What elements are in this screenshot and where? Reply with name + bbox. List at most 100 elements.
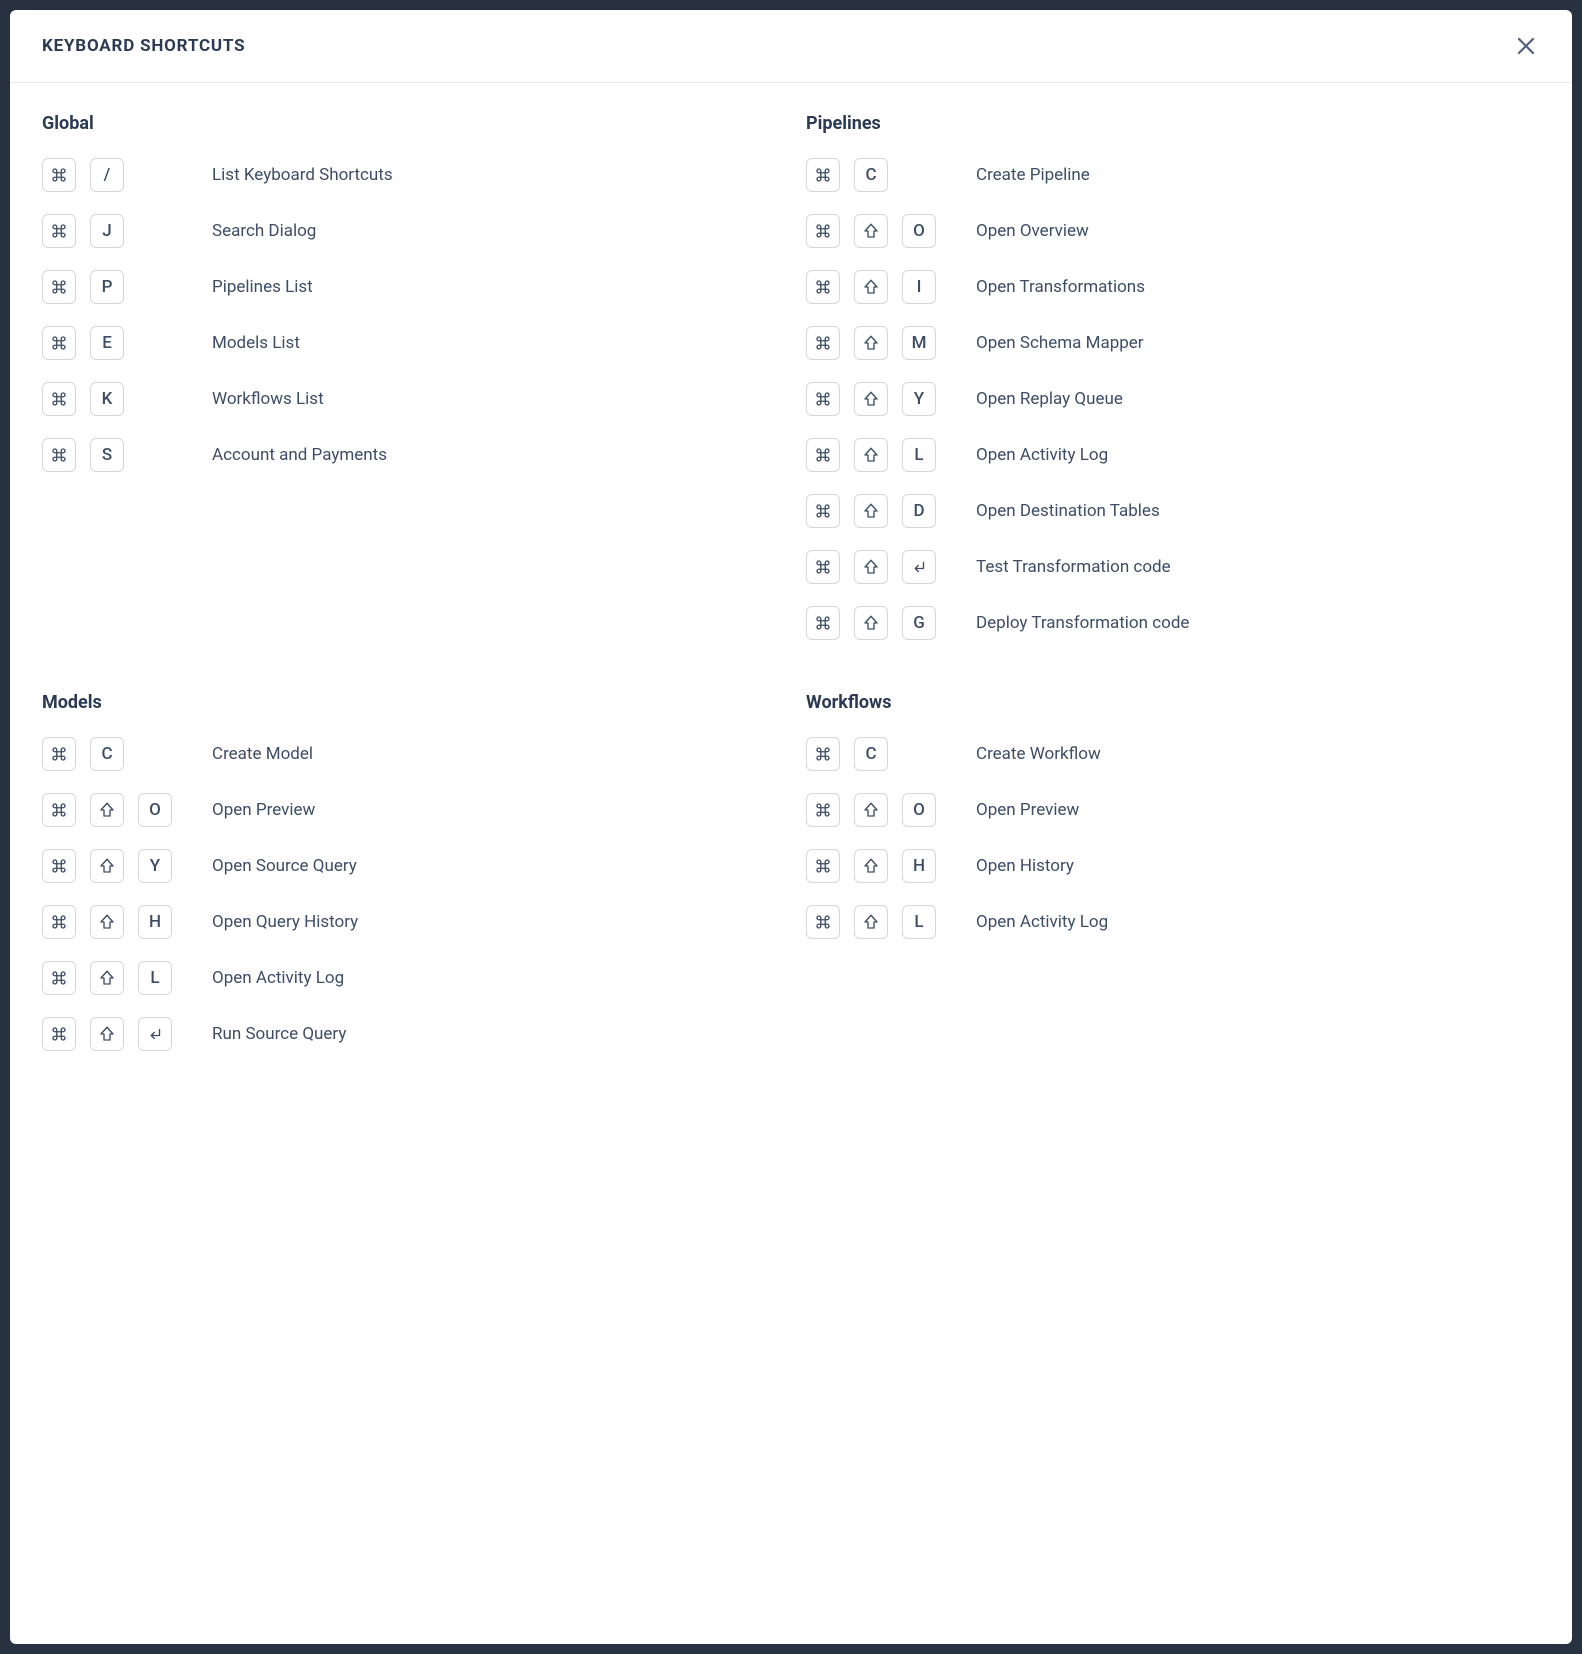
- shortcut-row: MOpen Schema Mapper: [806, 326, 1540, 360]
- shift-icon: [98, 801, 116, 819]
- shift-key-icon: [90, 849, 124, 883]
- shift-icon: [98, 857, 116, 875]
- key-O: O: [902, 793, 936, 827]
- key-combo: L: [806, 438, 976, 472]
- shortcut-row: CCreate Model: [42, 737, 776, 771]
- key-combo: I: [806, 270, 976, 304]
- key-combo: K: [42, 382, 212, 416]
- cmd-icon: [50, 166, 68, 184]
- shift-key-icon: [854, 438, 888, 472]
- shortcut-description: Open Preview: [976, 800, 1079, 820]
- shortcut-row: GDeploy Transformation code: [806, 606, 1540, 640]
- shortcut-list: CCreate Model OOpen Preview Y Open Source Q…: [42, 737, 776, 1051]
- cmd-key-icon: [42, 905, 76, 939]
- shortcut-description: Open Activity Log: [976, 445, 1108, 465]
- cmd-icon: [50, 1025, 68, 1043]
- cmd-icon: [814, 166, 832, 184]
- shift-key-icon: [90, 905, 124, 939]
- cmd-key-icon: [42, 961, 76, 995]
- cmd-key-icon: [42, 849, 76, 883]
- section-models: Models CCreate Model OOpen Preview Y Open S…: [42, 692, 776, 1073]
- key-combo: S: [42, 438, 212, 472]
- shortcut-description: Open Activity Log: [212, 968, 344, 988]
- close-button[interactable]: [1512, 32, 1540, 60]
- key-combo: P: [42, 270, 212, 304]
- section-title: Models: [42, 692, 776, 713]
- shift-key-icon: [854, 326, 888, 360]
- shortcut-description: Create Model: [212, 744, 313, 764]
- key-H: H: [138, 905, 172, 939]
- key-Y: Y: [138, 849, 172, 883]
- key-E: E: [90, 326, 124, 360]
- enter-icon: [146, 1025, 164, 1043]
- shift-icon: [862, 502, 880, 520]
- shortcut-description: Run Source Query: [212, 1024, 346, 1044]
- key-C: C: [854, 158, 888, 192]
- shortcut-description: Open Schema Mapper: [976, 333, 1144, 353]
- shortcut-row: OOpen Preview: [42, 793, 776, 827]
- shift-icon: [862, 446, 880, 464]
- shift-icon: [98, 1025, 116, 1043]
- shift-icon: [862, 801, 880, 819]
- shift-icon: [98, 913, 116, 931]
- cmd-key-icon: [42, 737, 76, 771]
- key-J: J: [90, 214, 124, 248]
- key-C: C: [854, 737, 888, 771]
- key-combo: E: [42, 326, 212, 360]
- shortcut-list: CCreate WorkflowOOpen PreviewHOpen Histo…: [806, 737, 1540, 939]
- cmd-key-icon: [42, 214, 76, 248]
- key-combo: C: [806, 737, 976, 771]
- shortcut-row: JSearch Dialog: [42, 214, 776, 248]
- cmd-key-icon: [806, 326, 840, 360]
- shift-key-icon: [854, 270, 888, 304]
- shortcut-row: LOpen Activity Log: [806, 438, 1540, 472]
- key-combo: [42, 1017, 212, 1051]
- shift-icon: [862, 614, 880, 632]
- shift-key-icon: [854, 849, 888, 883]
- key-combo: C: [42, 737, 212, 771]
- key-combo: O: [42, 793, 212, 827]
- shift-icon: [862, 334, 880, 352]
- shortcut-row: Test Transformation code: [806, 550, 1540, 584]
- key-combo: G: [806, 606, 976, 640]
- modal-content: Global /List Keyboard ShortcutsJSearch D…: [10, 83, 1572, 1083]
- key-combo: M: [806, 326, 976, 360]
- shift-key-icon: [854, 606, 888, 640]
- cmd-icon: [814, 390, 832, 408]
- shortcut-description: Open Source Query: [212, 856, 357, 876]
- cmd-key-icon: [806, 158, 840, 192]
- shortcut-description: Create Pipeline: [976, 165, 1090, 185]
- cmd-key-icon: [806, 737, 840, 771]
- key-Y: Y: [902, 382, 936, 416]
- cmd-key-icon: [806, 905, 840, 939]
- enter-key-icon: [902, 550, 936, 584]
- cmd-key-icon: [42, 270, 76, 304]
- cmd-icon: [814, 558, 832, 576]
- cmd-key-icon: [42, 1017, 76, 1051]
- cmd-key-icon: [806, 214, 840, 248]
- key-combo: J: [42, 214, 212, 248]
- key-L: L: [902, 905, 936, 939]
- key-combo: C: [806, 158, 976, 192]
- cmd-icon: [50, 390, 68, 408]
- shortcut-row: HOpen History: [806, 849, 1540, 883]
- shortcut-row: PPipelines List: [42, 270, 776, 304]
- key-combo: L: [42, 961, 212, 995]
- shift-key-icon: [854, 382, 888, 416]
- key-combo: D: [806, 494, 976, 528]
- shortcut-description: Open Replay Queue: [976, 389, 1123, 409]
- shift-key-icon: [854, 793, 888, 827]
- cmd-icon: [814, 334, 832, 352]
- shift-icon: [862, 222, 880, 240]
- modal-header: KEYBOARD SHORTCUTS: [10, 10, 1572, 83]
- section-title: Global: [42, 113, 776, 134]
- cmd-key-icon: [806, 849, 840, 883]
- section-title: Workflows: [806, 692, 1540, 713]
- shortcut-row: C Create Pipeline: [806, 158, 1540, 192]
- shortcut-row: LOpen Activity Log: [42, 961, 776, 995]
- shortcut-row: OOpen Overview: [806, 214, 1540, 248]
- cmd-icon: [814, 446, 832, 464]
- shift-key-icon: [90, 1017, 124, 1051]
- shortcut-row: Y Open Replay Queue: [806, 382, 1540, 416]
- cmd-key-icon: [806, 550, 840, 584]
